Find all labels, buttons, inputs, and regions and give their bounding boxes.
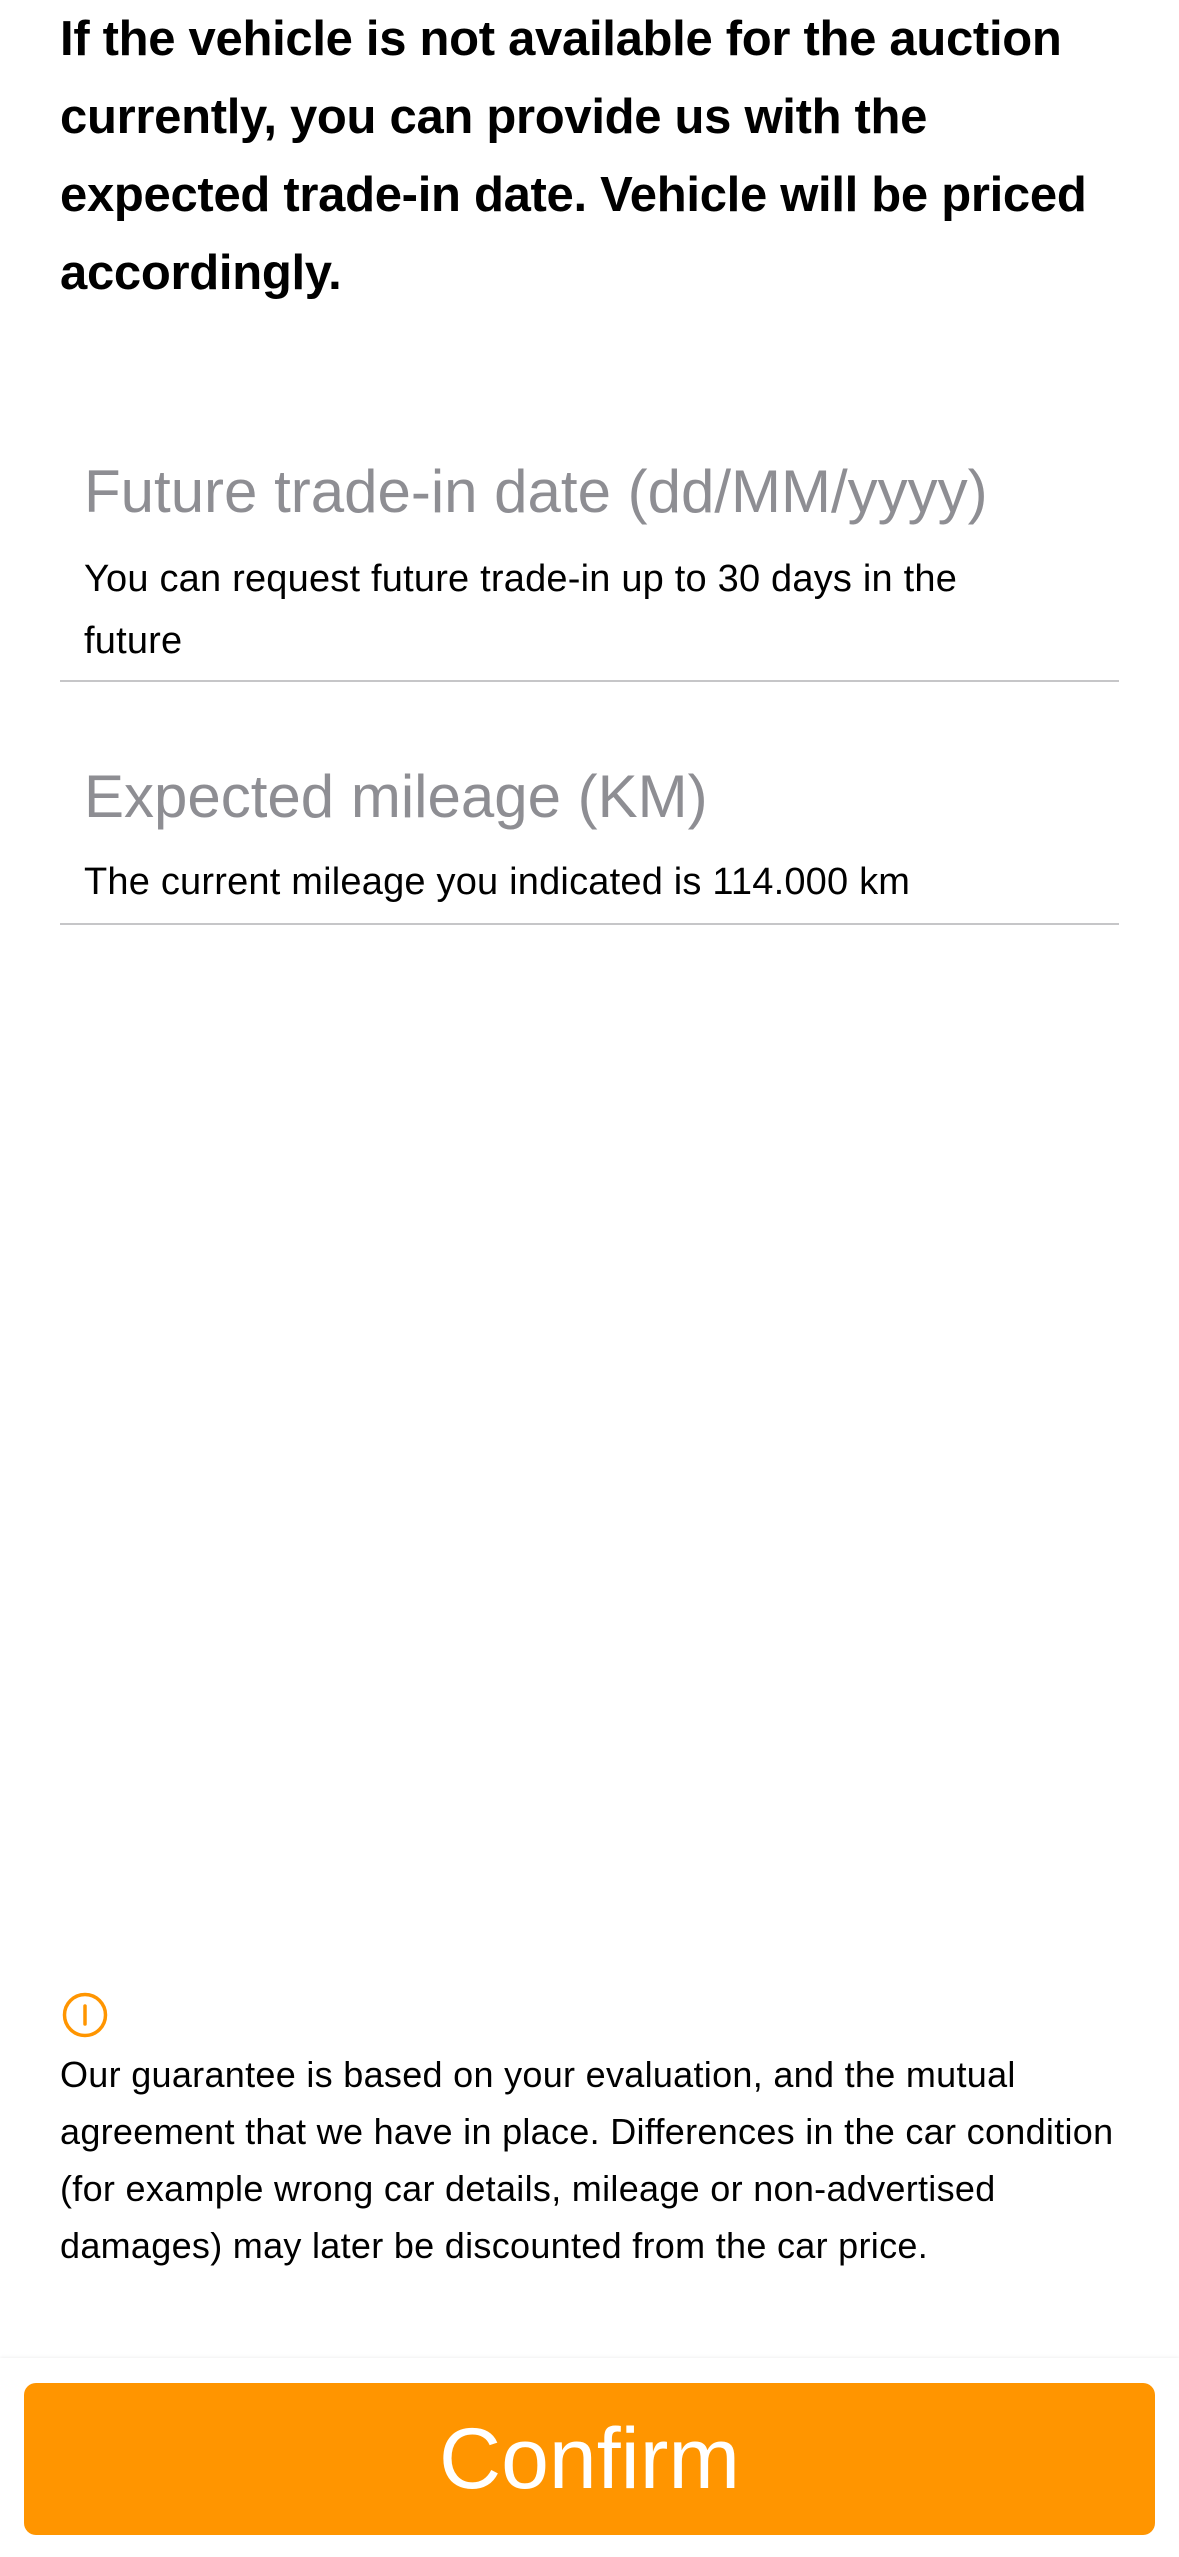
intro-text: If the vehicle is not available for the … [60, 12, 1087, 300]
confirm-button[interactable]: Confirm [24, 2383, 1155, 2535]
guarantee-notice-text: Our guarantee is based on your evaluatio… [60, 2054, 1114, 2266]
future-trade-in-date-field[interactable]: You can request future trade-in up to 30… [60, 450, 1119, 682]
expected-mileage-field[interactable]: The current mileage you indicated is 114… [60, 755, 1119, 925]
info-circle-icon [62, 1992, 108, 2038]
expected-mileage-input[interactable] [84, 755, 1094, 839]
future-trade-in-date-hint: You can request future trade-in up to 30… [84, 558, 958, 662]
future-trade-in-date-input[interactable] [84, 450, 1094, 534]
expected-mileage-hint: The current mileage you indicated is 114… [84, 861, 911, 903]
